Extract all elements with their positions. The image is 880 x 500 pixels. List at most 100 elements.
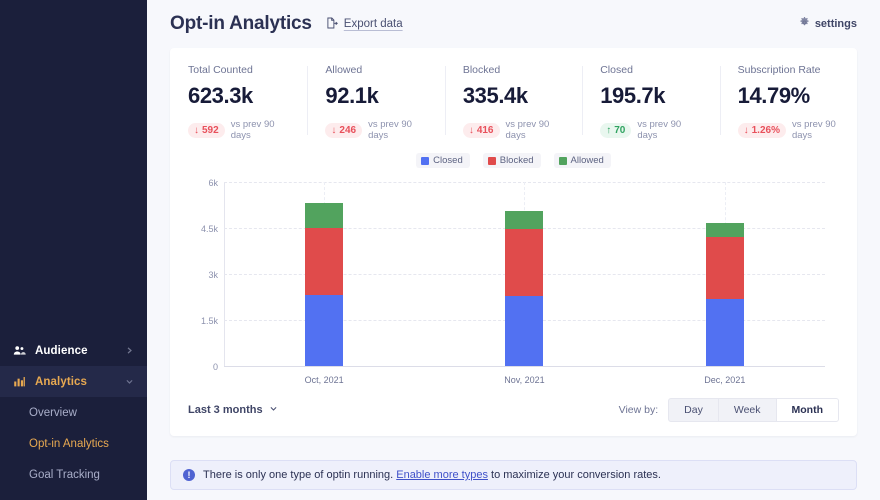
y-axis-tick-label: 6k <box>208 178 218 188</box>
legend-swatch <box>421 156 430 165</box>
banner-text-after: to maximize your conversion rates. <box>487 469 661 481</box>
kpi-card-closed: Closed 195.7k ↑ 70 vs prev 90 days <box>582 64 719 141</box>
kpi-card-allowed: Allowed 92.1k ↓ 246 vs prev 90 days <box>307 64 444 141</box>
kpi-delta: ↑ 70 vs prev 90 days <box>600 119 701 141</box>
legend-label: Allowed <box>570 155 604 166</box>
chart-bars: Oct, 2021 Nov, 2021 Dec, 2021 <box>224 182 825 385</box>
bar-group[interactable]: Oct, 2021 <box>224 182 424 385</box>
view-by-day-button[interactable]: Day <box>669 399 719 421</box>
bar-segment-blocked[interactable] <box>705 237 744 299</box>
x-axis-tick-label: Nov, 2021 <box>504 375 545 385</box>
analytics-panel: Total Counted 623.3k ↓ 592 vs prev 90 da… <box>170 48 857 436</box>
chevron-down-icon <box>125 375 134 389</box>
export-data-label: Export data <box>343 18 403 30</box>
sidebar-item-label: Audience <box>35 344 88 357</box>
kpi-note: vs prev 90 days <box>368 119 412 141</box>
arrow-down-icon: ↓ <box>743 124 749 136</box>
bar-group[interactable]: Dec, 2021 <box>625 182 825 385</box>
app-root: Audience Analytics Overview Opt-in Analy… <box>0 0 880 500</box>
arrow-down-icon: ↓ <box>468 124 474 136</box>
enable-more-types-link[interactable]: Enable more types <box>396 469 488 481</box>
sidebar-item-audience[interactable]: Audience <box>0 335 147 366</box>
page-title: Opt-in Analytics <box>170 13 312 34</box>
sidebar-subitem-label: Overview <box>29 406 77 419</box>
kpi-delta: ↓ 246 vs prev 90 days <box>325 119 426 141</box>
bar-segment-allowed[interactable] <box>305 203 344 229</box>
kpi-label: Blocked <box>462 64 501 76</box>
y-axis-tick-label: 3k <box>208 270 218 280</box>
chevron-right-icon <box>125 344 134 358</box>
sidebar-subitem-opt-in-analytics[interactable]: Opt-in Analytics <box>0 428 147 459</box>
info-banner: ! There is only one type of optin runnin… <box>170 460 857 490</box>
x-axis-tick-label: Dec, 2021 <box>704 375 746 385</box>
bar-segment-closed[interactable] <box>505 296 544 366</box>
kpi-label: Total Counted <box>188 64 253 76</box>
view-by-week-button[interactable]: Week <box>719 399 777 421</box>
kpi-value: 195.7k <box>600 83 666 108</box>
delta-badge-up: ↑ 70 <box>600 122 632 138</box>
kpi-card-total-counted: Total Counted 623.3k ↓ 592 vs prev 90 da… <box>170 64 307 141</box>
sidebar: Audience Analytics Overview Opt-in Analy… <box>0 0 147 500</box>
kpi-delta: ↓ 592 vs prev 90 days <box>188 119 289 141</box>
main-content: Opt-in Analytics Export data settings To… <box>147 0 880 500</box>
kpi-note: vs prev 90 days <box>230 119 275 141</box>
gridline: 0 <box>213 362 825 372</box>
export-document-icon <box>326 17 338 32</box>
y-axis-tick-label: 4.5k <box>200 224 218 234</box>
kpi-row: Total Counted 623.3k ↓ 592 vs prev 90 da… <box>170 48 857 151</box>
sidebar-subitem-goal-tracking[interactable]: Goal Tracking <box>0 459 147 490</box>
kpi-value: 92.1k <box>325 83 379 108</box>
delta-value: 416 <box>476 124 494 136</box>
info-icon: ! <box>183 469 195 481</box>
kpi-value: 14.79% <box>737 83 811 108</box>
y-axis-tick-label: 0 <box>212 362 218 372</box>
x-axis-tick-label: Oct, 2021 <box>304 375 344 385</box>
stacked-bar[interactable] <box>705 223 744 366</box>
delta-badge-down: ↓ 1.26% <box>737 122 786 138</box>
arrow-down-icon: ↓ <box>331 124 337 136</box>
bar-segment-allowed[interactable] <box>705 223 744 238</box>
kpi-card-subscription-rate: Subscription Rate 14.79% ↓ 1.26% vs prev… <box>719 64 857 141</box>
stacked-bar[interactable] <box>305 203 344 366</box>
bar-segment-blocked[interactable] <box>505 228 544 297</box>
sidebar-item-analytics[interactable]: Analytics <box>0 366 147 397</box>
kpi-delta: ↓ 416 vs prev 90 days <box>462 119 564 141</box>
legend-item-allowed[interactable]: Allowed <box>553 153 611 168</box>
kpi-value: 335.4k <box>462 83 528 108</box>
bar-group[interactable]: Nov, 2021 <box>424 182 624 385</box>
chart-controls: Last 3 months View by: Day Week Month <box>188 398 839 422</box>
kpi-note: vs prev 90 days <box>637 119 682 141</box>
legend-label: Closed <box>433 155 463 166</box>
bar-segment-allowed[interactable] <box>505 210 544 229</box>
kpi-delta: ↓ 1.26% vs prev 90 days <box>737 119 839 141</box>
kpi-label: Closed <box>600 64 633 76</box>
sidebar-item-label: Analytics <box>35 375 88 388</box>
delta-badge-down: ↓ 592 <box>188 122 225 138</box>
export-data-button[interactable]: Export data <box>326 17 403 32</box>
chevron-down-icon <box>269 404 278 416</box>
kpi-note: vs prev 90 days <box>791 119 836 141</box>
delta-value: 70 <box>614 124 626 136</box>
kpi-note: vs prev 90 days <box>505 119 550 141</box>
date-range-dropdown[interactable]: Last 3 months <box>188 404 278 416</box>
bar-segment-blocked[interactable] <box>305 228 344 295</box>
delta-badge-down: ↓ 246 <box>325 122 363 138</box>
gear-icon <box>799 17 810 31</box>
arrow-down-icon: ↓ <box>194 124 199 136</box>
arrow-up-icon: ↑ <box>606 124 612 136</box>
legend-label: Blocked <box>499 155 534 166</box>
delta-badge-down: ↓ 416 <box>462 122 500 138</box>
stacked-bar-chart: 0 1.5k 3k 4.5k 6k Oct, 2021 Nov, 2021 Dec, 202… <box>188 176 839 390</box>
stacked-bar[interactable] <box>505 210 544 366</box>
legend-item-closed[interactable]: Closed <box>416 153 470 168</box>
delta-value: 246 <box>339 124 357 136</box>
bar-segment-closed[interactable] <box>305 294 344 366</box>
delta-value: 592 <box>202 124 219 136</box>
sidebar-subitem-label: Opt-in Analytics <box>29 437 109 450</box>
legend-item-blocked[interactable]: Blocked <box>482 153 541 168</box>
bar-segment-closed[interactable] <box>705 298 744 366</box>
settings-button[interactable]: settings <box>799 17 857 31</box>
view-by-month-button[interactable]: Month <box>776 399 838 421</box>
bar-chart-icon <box>13 375 26 388</box>
sidebar-subitem-overview[interactable]: Overview <box>0 397 147 428</box>
